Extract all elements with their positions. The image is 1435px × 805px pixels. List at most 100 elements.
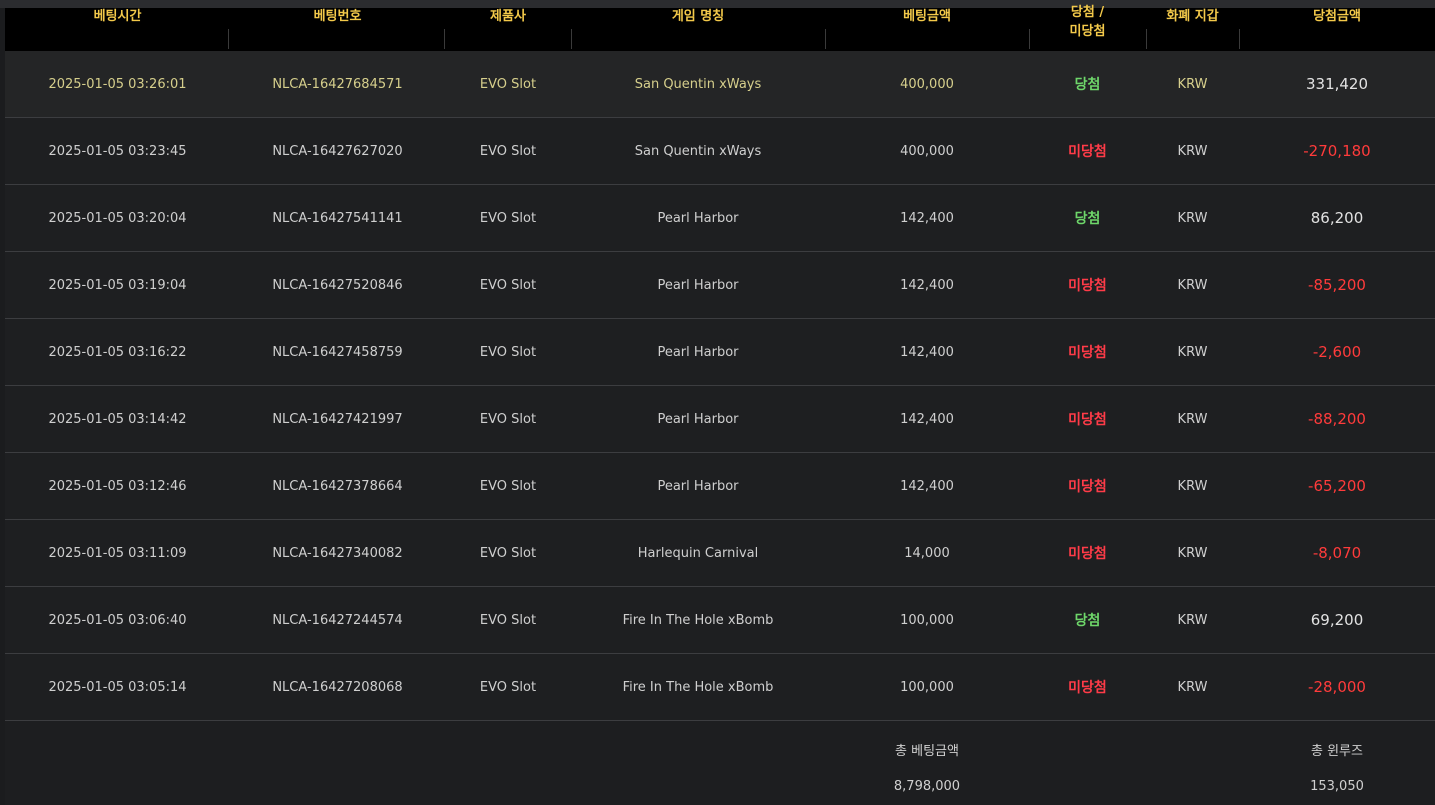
cell-bet-id: NLCA-16427684571 bbox=[272, 76, 403, 92]
cell-game-name: Harlequin Carnival bbox=[637, 545, 759, 561]
cell-win-amount: 69,200 bbox=[1310, 611, 1364, 629]
cell-bet-amount: 400,000 bbox=[900, 143, 954, 159]
cell-game-name: Fire In The Hole xBomb bbox=[622, 679, 774, 695]
cell-result: 미당첨 bbox=[1068, 345, 1107, 361]
table-row[interactable]: 2025-01-05 03:14:42 NLCA-16427421997 EVO S… bbox=[5, 386, 1435, 453]
cell-win-amount: -270,180 bbox=[1303, 142, 1371, 160]
cell-win-amount: -28,000 bbox=[1308, 678, 1366, 696]
cell-game-name: San Quentin xWays bbox=[634, 76, 762, 92]
cell-bet-id: NLCA-16427458759 bbox=[272, 344, 403, 360]
table-row[interactable]: 2025-01-05 03:12:46 NLCA-16427378664 EVO S… bbox=[5, 453, 1435, 520]
total-winloss-value: 153,050 bbox=[1310, 779, 1364, 794]
cell-game-name: Fire In The Hole xBomb bbox=[622, 612, 774, 628]
cell-currency: KRW bbox=[1177, 210, 1208, 226]
cell-bet-amount: 142,400 bbox=[900, 478, 954, 494]
table-summary: 총 베팅금액 8,798,000 총 윈루즈 153,050 bbox=[5, 721, 1435, 805]
table-row[interactable]: 2025-01-05 03:23:45 NLCA-16427627020 EVO S… bbox=[5, 118, 1435, 185]
cell-bet-time: 2025-01-05 03:16:22 bbox=[48, 344, 187, 360]
column-header-time: 베팅시간 bbox=[93, 9, 142, 24]
header-divider bbox=[1029, 29, 1030, 49]
header-divider bbox=[1239, 29, 1240, 49]
cell-bet-time: 2025-01-05 03:19:04 bbox=[48, 277, 187, 293]
header-divider bbox=[1146, 29, 1147, 49]
cell-bet-time: 2025-01-05 03:26:01 bbox=[48, 76, 187, 92]
cell-bet-id: NLCA-16427627020 bbox=[272, 143, 403, 159]
cell-bet-amount: 142,400 bbox=[900, 277, 954, 293]
total-bet-value: 8,798,000 bbox=[893, 779, 961, 794]
cell-bet-time: 2025-01-05 03:06:40 bbox=[48, 612, 187, 628]
cell-bet-id: NLCA-16427541141 bbox=[272, 210, 403, 226]
cell-provider: EVO Slot bbox=[479, 76, 537, 92]
cell-game-name: San Quentin xWays bbox=[634, 143, 762, 159]
cell-result: 당첨 bbox=[1074, 613, 1101, 629]
cell-bet-amount: 142,400 bbox=[900, 411, 954, 427]
cell-bet-amount: 100,000 bbox=[900, 612, 954, 628]
header-divider bbox=[825, 29, 826, 49]
betting-history-table: 베팅시간 베팅번호 제품사 게임 명칭 베팅금액 당첨 / 미당첨 화폐 지갑 … bbox=[5, 6, 1435, 805]
table-row[interactable]: 2025-01-05 03:05:14 NLCA-16427208068 EVO S… bbox=[5, 654, 1435, 721]
header-divider bbox=[444, 29, 445, 49]
cell-win-amount: -85,200 bbox=[1308, 276, 1366, 294]
column-header-result: 당첨 / 미당첨 bbox=[1029, 1, 1146, 44]
cell-currency: KRW bbox=[1177, 545, 1208, 561]
cell-provider: EVO Slot bbox=[479, 679, 537, 695]
column-header-game: 게임 명칭 bbox=[671, 9, 725, 24]
cell-result: 미당첨 bbox=[1068, 144, 1107, 160]
column-header-provider: 제품사 bbox=[490, 9, 526, 24]
cell-game-name: Pearl Harbor bbox=[657, 344, 739, 360]
cell-game-name: Pearl Harbor bbox=[657, 478, 739, 494]
cell-provider: EVO Slot bbox=[479, 612, 537, 628]
cell-bet-time: 2025-01-05 03:14:42 bbox=[48, 411, 187, 427]
cell-win-amount: 331,420 bbox=[1305, 75, 1369, 93]
cell-game-name: Pearl Harbor bbox=[657, 277, 739, 293]
cell-bet-id: NLCA-16427520846 bbox=[272, 277, 403, 293]
column-header-bet-id: 베팅번호 bbox=[313, 9, 362, 24]
cell-bet-amount: 400,000 bbox=[900, 76, 954, 92]
cell-provider: EVO Slot bbox=[479, 545, 537, 561]
table-row[interactable]: 2025-01-05 03:26:01 NLCA-16427684571 EVO S… bbox=[5, 51, 1435, 118]
cell-bet-amount: 142,400 bbox=[900, 344, 954, 360]
cell-win-amount: -8,070 bbox=[1312, 544, 1362, 562]
cell-result: 미당첨 bbox=[1068, 546, 1107, 562]
cell-currency: KRW bbox=[1177, 344, 1208, 360]
column-header-result-line2: 미당첨 bbox=[1069, 24, 1106, 39]
cell-currency: KRW bbox=[1177, 478, 1208, 494]
cell-currency: KRW bbox=[1177, 411, 1208, 427]
cell-bet-time: 2025-01-05 03:12:46 bbox=[48, 478, 187, 494]
cell-win-amount: -2,600 bbox=[1312, 343, 1362, 361]
cell-bet-amount: 14,000 bbox=[904, 545, 950, 561]
table-header: 베팅시간 베팅번호 제품사 게임 명칭 베팅금액 당첨 / 미당첨 화폐 지갑 … bbox=[5, 6, 1435, 51]
column-header-result-line1: 당첨 / bbox=[1070, 5, 1105, 20]
table-row[interactable]: 2025-01-05 03:16:22 NLCA-16427458759 EVO S… bbox=[5, 319, 1435, 386]
cell-bet-id: NLCA-16427244574 bbox=[272, 612, 403, 628]
window-top-strip bbox=[0, 0, 1435, 8]
total-bet-label: 총 베팅금액 bbox=[895, 744, 959, 759]
cell-bet-time: 2025-01-05 03:20:04 bbox=[48, 210, 187, 226]
table-row[interactable]: 2025-01-05 03:20:04 NLCA-16427541141 EVO S… bbox=[5, 185, 1435, 252]
column-header-bet-amount: 베팅금액 bbox=[903, 9, 951, 24]
cell-win-amount: 86,200 bbox=[1310, 209, 1364, 227]
table-row[interactable]: 2025-01-05 03:11:09 NLCA-16427340082 EVO S… bbox=[5, 520, 1435, 587]
cell-game-name: Pearl Harbor bbox=[657, 210, 739, 226]
cell-currency: KRW bbox=[1177, 679, 1208, 695]
cell-currency: KRW bbox=[1177, 277, 1208, 293]
cell-result: 당첨 bbox=[1074, 77, 1101, 93]
cell-win-amount: -65,200 bbox=[1308, 477, 1366, 495]
column-header-currency: 화폐 지갑 bbox=[1166, 9, 1219, 24]
cell-bet-id: NLCA-16427208068 bbox=[272, 679, 403, 695]
cell-provider: EVO Slot bbox=[479, 344, 537, 360]
table-row[interactable]: 2025-01-05 03:06:40 NLCA-16427244574 EVO S… bbox=[5, 587, 1435, 654]
cell-currency: KRW bbox=[1177, 612, 1208, 628]
cell-bet-amount: 100,000 bbox=[900, 679, 954, 695]
cell-provider: EVO Slot bbox=[479, 277, 537, 293]
table-row[interactable]: 2025-01-05 03:19:04 NLCA-16427520846 EVO S… bbox=[5, 252, 1435, 319]
cell-game-name: Pearl Harbor bbox=[657, 411, 739, 427]
cell-provider: EVO Slot bbox=[479, 210, 537, 226]
cell-result: 미당첨 bbox=[1068, 412, 1107, 428]
cell-bet-time: 2025-01-05 03:05:14 bbox=[48, 679, 187, 695]
cell-provider: EVO Slot bbox=[479, 478, 537, 494]
cell-bet-time: 2025-01-05 03:23:45 bbox=[48, 143, 187, 159]
cell-provider: EVO Slot bbox=[479, 143, 537, 159]
total-winloss-label: 총 윈루즈 bbox=[1311, 744, 1363, 759]
cell-bet-time: 2025-01-05 03:11:09 bbox=[48, 545, 187, 561]
